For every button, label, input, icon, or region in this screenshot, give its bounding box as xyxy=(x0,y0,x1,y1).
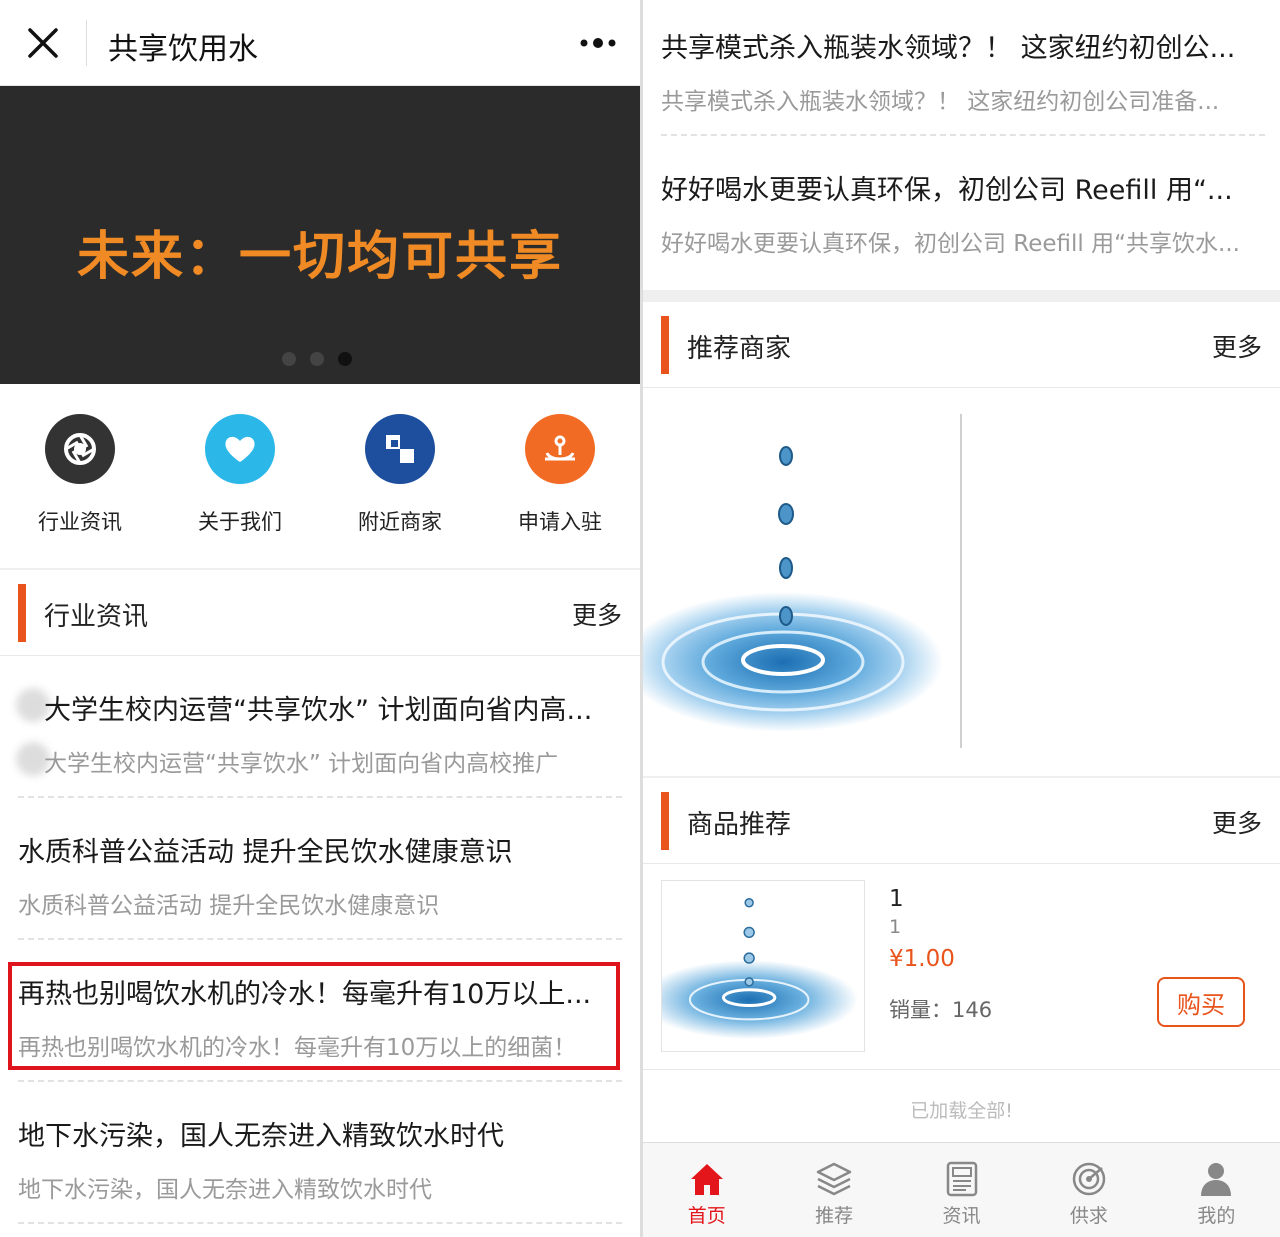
product-image[interactable] xyxy=(661,880,865,1052)
merchant-list xyxy=(643,390,1280,776)
news-item[interactable]: 共享模式杀入瓶装水领域？！ 这家纽约初创公... 共享模式杀入瓶装水领域？！ 这… xyxy=(661,0,1265,136)
merchant-divider xyxy=(960,414,962,748)
product-card[interactable]: 1 1 ¥1.00 销量：146 购买 xyxy=(643,864,1280,1070)
section-accent-bar xyxy=(661,316,669,374)
home-icon xyxy=(690,1164,723,1195)
buy-button[interactable]: 购买 xyxy=(1157,977,1245,1027)
banner-carousel[interactable]: 未来：一切均可共享 xyxy=(0,86,640,384)
section-title: 商品推荐 xyxy=(687,810,792,840)
title-separator xyxy=(86,20,87,66)
news-title: 好好喝水更要认真环保，初创公司 Reefill 用“... xyxy=(661,175,1233,206)
carousel-dot-active[interactable] xyxy=(338,352,352,366)
tab-label: 供求 xyxy=(1069,1205,1108,1227)
product-description: 1 xyxy=(889,916,902,938)
left-screen: 共享饮用水 未来：一切均可共享 行业资讯 关于我们 附近商家 申请入驻 行业资讯… xyxy=(0,0,640,1237)
product-price: ¥1.00 xyxy=(889,946,955,972)
quick-link-about-us[interactable]: 关于我们 xyxy=(160,414,320,536)
tab-label: 我的 xyxy=(1197,1205,1236,1227)
product-name: 1 xyxy=(889,886,904,912)
news-item[interactable]: 大学生校内运营“共享饮水” 计划面向省内高... 大学生校内运营“共享饮水” 计… xyxy=(16,656,622,798)
tab-mine[interactable]: 我的 xyxy=(1153,1143,1280,1237)
sales-count: 146 xyxy=(952,998,993,1022)
quick-link-label: 申请入驻 xyxy=(518,510,602,534)
section-accent-bar xyxy=(661,792,669,850)
tab-label: 资讯 xyxy=(942,1205,981,1227)
close-icon[interactable] xyxy=(26,26,60,60)
layers-icon xyxy=(816,1162,852,1196)
quick-link-label: 行业资讯 xyxy=(38,510,122,534)
carousel-dot[interactable] xyxy=(282,352,296,366)
section-accent-bar xyxy=(18,584,26,642)
merchants-header: 推荐商家 更多 xyxy=(643,302,1280,388)
user-icon xyxy=(1201,1163,1232,1196)
target-icon xyxy=(1072,1162,1106,1196)
quick-links: 行业资讯 关于我们 附近商家 申请入驻 xyxy=(0,384,640,568)
more-link[interactable]: 更多 xyxy=(1212,804,1262,840)
section-title: 行业资讯 xyxy=(44,602,149,632)
section-gap xyxy=(643,290,1280,302)
sales-label: 销量： xyxy=(889,998,952,1022)
page-title: 共享饮用水 xyxy=(108,32,258,67)
loaded-all-text: 已加载全部! xyxy=(643,1070,1280,1142)
news-title: 水质科普公益活动 提升全民饮水健康意识 xyxy=(18,837,513,868)
more-link[interactable]: 更多 xyxy=(1212,328,1262,364)
highlight-frame xyxy=(8,962,620,1070)
news-summary: 共享模式杀入瓶装水领域？！ 这家纽约初创公司准备... xyxy=(661,89,1220,115)
quick-link-nearby-merchants[interactable]: 附近商家 xyxy=(320,414,480,536)
tab-recommend[interactable]: 推荐 xyxy=(770,1143,897,1237)
products-header: 商品推荐 更多 xyxy=(643,778,1280,864)
merchant-water-image[interactable] xyxy=(643,412,961,748)
tab-news[interactable]: 资讯 xyxy=(898,1143,1025,1237)
title-bar: 共享饮用水 xyxy=(0,0,640,86)
carousel-dots xyxy=(282,352,352,366)
more-link[interactable]: 更多 xyxy=(572,596,622,632)
section-title: 推荐商家 xyxy=(687,334,792,364)
news-title: 大学生校内运营“共享饮水” 计划面向省内高... xyxy=(44,695,593,726)
aperture-icon xyxy=(45,414,115,484)
news-summary: 大学生校内运营“共享饮水” 计划面向省内高校推广 xyxy=(44,751,559,777)
news-title: 地下水污染，国人无奈进入精致饮水时代 xyxy=(18,1121,504,1152)
news-summary: 好好喝水更要认真环保，初创公司 Reefill 用“共享饮水... xyxy=(661,231,1240,257)
more-options-icon[interactable] xyxy=(578,36,618,50)
tab-supply-demand[interactable]: 供求 xyxy=(1025,1143,1152,1237)
news-item[interactable]: 好好喝水更要认真环保，初创公司 Reefill 用“... 好好喝水更要认真环保… xyxy=(661,138,1265,278)
hand-icon xyxy=(525,414,595,484)
product-sales: 销量：146 xyxy=(889,994,992,1024)
quick-link-industry-news[interactable]: 行业资讯 xyxy=(0,414,160,536)
news-summary: 水质科普公益活动 提升全民饮水健康意识 xyxy=(18,893,440,919)
industry-news-header: 行业资讯 更多 xyxy=(0,570,640,656)
tab-home[interactable]: 首页 xyxy=(643,1143,770,1237)
news-item[interactable]: 地下水污染，国人无奈进入精致饮水时代 地下水污染，国人无奈进入精致饮水时代 xyxy=(18,1082,622,1224)
heart-icon xyxy=(205,414,275,484)
quick-link-apply-join[interactable]: 申请入驻 xyxy=(480,414,640,536)
news-icon xyxy=(946,1161,977,1197)
news-summary: 地下水污染，国人无奈进入精致饮水时代 xyxy=(18,1177,432,1203)
tab-label: 首页 xyxy=(687,1205,726,1227)
quick-link-label: 附近商家 xyxy=(358,510,442,534)
dashed-divider xyxy=(661,134,1265,136)
bottom-tab-bar: 首页 推荐 资讯 供求 我的 xyxy=(643,1142,1280,1237)
news-title: 共享模式杀入瓶装水领域？！ 这家纽约初创公... xyxy=(661,33,1236,64)
quick-link-label: 关于我们 xyxy=(198,510,282,534)
banner-text: 未来：一切均可共享 xyxy=(76,227,563,287)
news-item[interactable]: 水质科普公益活动 提升全民饮水健康意识 水质科普公益活动 提升全民饮水健康意识 xyxy=(18,798,622,940)
grid-icon xyxy=(365,414,435,484)
right-screen: 共享模式杀入瓶装水领域？！ 这家纽约初创公... 共享模式杀入瓶装水领域？！ 这… xyxy=(643,0,1280,1237)
tab-label: 推荐 xyxy=(815,1205,854,1227)
carousel-dot[interactable] xyxy=(310,352,324,366)
